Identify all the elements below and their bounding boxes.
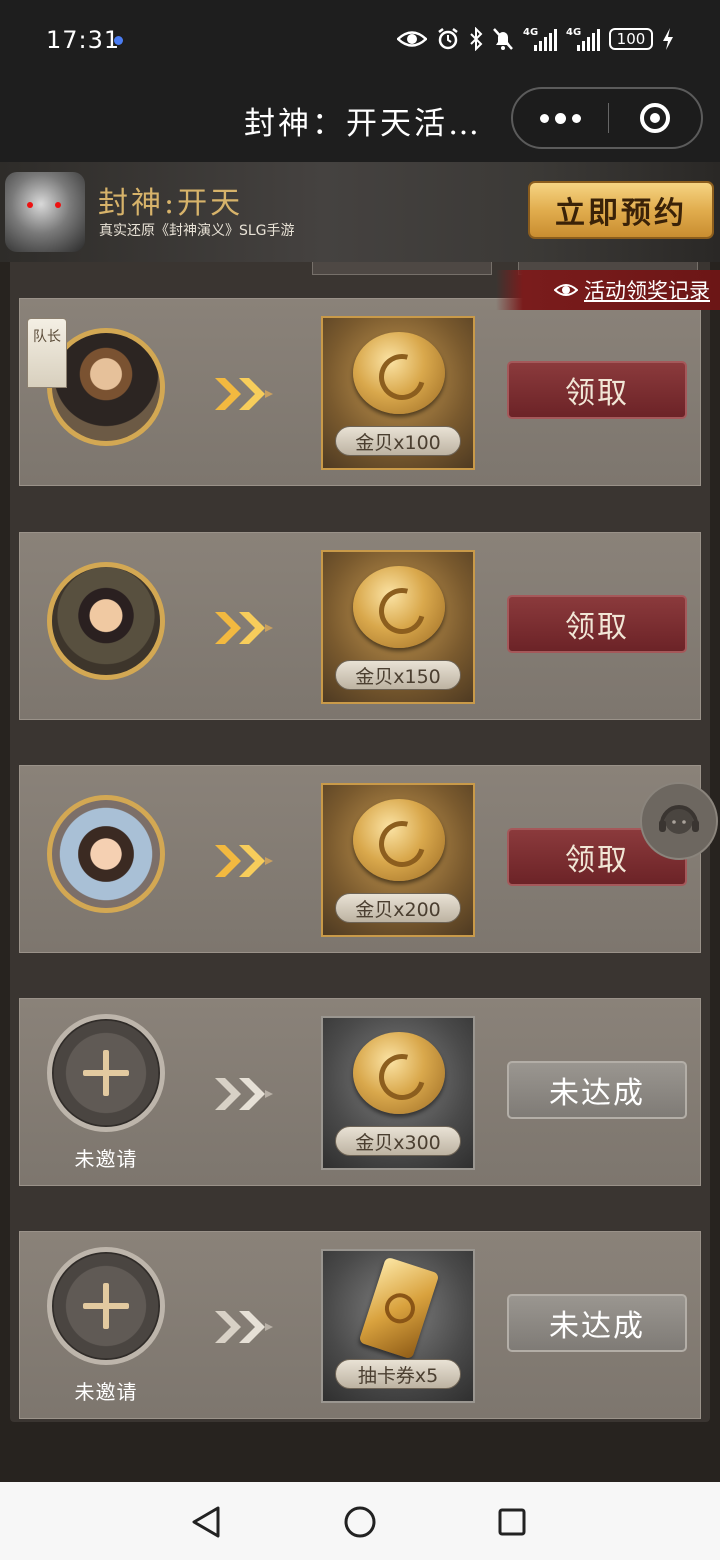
invite-rewards-panel: 活动领奖记录 队长 金贝x100 领取 金贝x150 领取 金贝x200 领取	[0, 262, 720, 1482]
progress-arrows-icon	[215, 378, 273, 410]
reward-item[interactable]: 金贝x200	[321, 783, 475, 937]
gold-coin-icon	[353, 332, 445, 414]
game-logo-dragon-image	[5, 172, 85, 252]
status-icons: 4G 4G 100	[397, 22, 674, 56]
battery-level: 100	[616, 30, 646, 48]
page-title: 封神：开天活…	[244, 106, 482, 142]
recent-apps-button[interactable]	[492, 1502, 532, 1542]
system-navigation-bar	[0, 1482, 720, 1560]
invite-slot-button[interactable]	[47, 1014, 165, 1132]
reward-row: 队长 金贝x100 领取	[19, 298, 701, 486]
alarm-icon	[436, 27, 460, 51]
reward-label: 抽卡券x5	[335, 1359, 461, 1389]
game-ad-banner[interactable]: 封神:开天 真实还原《封神演义》SLG手游 立即预约	[0, 162, 720, 262]
gold-coin-icon	[353, 566, 445, 648]
uninvited-label: 未邀请	[74, 1147, 138, 1171]
not-achieved-button[interactable]: 未达成	[507, 1061, 687, 1119]
back-triangle-icon	[192, 1506, 220, 1538]
eye-icon	[554, 282, 578, 298]
title-bar: 封神：开天活…	[0, 80, 720, 162]
reward-label: 金贝x200	[335, 893, 461, 923]
mini-program-capsule	[511, 87, 703, 149]
friend-avatar	[47, 795, 165, 913]
not-achieved-button[interactable]: 未达成	[507, 1294, 687, 1352]
progress-arrows-icon	[215, 612, 273, 644]
invite-slot-button[interactable]	[47, 1247, 165, 1365]
back-button[interactable]	[186, 1502, 226, 1542]
reward-row: 未邀请 抽卡券x5 未达成	[19, 1231, 701, 1419]
headset-icon	[659, 805, 699, 834]
top-tab[interactable]	[312, 262, 492, 275]
reward-row: 金贝x150 领取	[19, 532, 701, 720]
reward-item[interactable]: 金贝x150	[321, 550, 475, 704]
mute-icon	[492, 27, 514, 51]
status-bar: 17:31 4G 4G 100	[0, 0, 720, 80]
home-button[interactable]	[340, 1502, 380, 1542]
reward-record-link[interactable]: 活动领奖记录	[496, 270, 720, 310]
reward-row: 金贝x200 领取	[19, 765, 701, 953]
plus-icon	[83, 1050, 129, 1096]
signal-4g-icon: 4G	[566, 27, 600, 51]
recents-square-icon	[498, 1508, 526, 1536]
gacha-ticket-icon	[358, 1256, 440, 1360]
reserve-now-button[interactable]: 立即预约	[528, 181, 714, 239]
charging-icon	[662, 27, 674, 51]
captain-badge: 队长	[27, 318, 67, 388]
progress-arrows-icon	[215, 1078, 273, 1110]
gold-coin-icon	[353, 799, 445, 881]
more-options-button[interactable]	[513, 89, 608, 147]
customer-support-button[interactable]	[640, 782, 718, 860]
status-time: 17:31	[46, 26, 121, 54]
bluetooth-icon	[469, 27, 483, 51]
banner-subtitle: 真实还原《封神演义》SLG手游	[99, 223, 295, 239]
reward-row: 未邀请 金贝x300 未达成	[19, 998, 701, 1186]
dot-icon	[572, 113, 581, 123]
target-icon	[640, 103, 670, 133]
dot-icon	[540, 113, 549, 123]
reward-item[interactable]: 金贝x100	[321, 316, 475, 470]
close-mini-program-button[interactable]	[609, 89, 701, 147]
notification-dot-icon	[114, 36, 123, 45]
reward-label: 金贝x300	[335, 1126, 461, 1156]
reward-item[interactable]: 金贝x300	[321, 1016, 475, 1170]
claim-button[interactable]: 领取	[507, 595, 687, 653]
eye-icon	[397, 29, 427, 49]
reward-label: 金贝x150	[335, 660, 461, 690]
home-circle-icon	[344, 1506, 376, 1538]
claim-button[interactable]: 领取	[507, 361, 687, 419]
reward-item[interactable]: 抽卡券x5	[321, 1249, 475, 1403]
dot-icon	[555, 112, 566, 124]
progress-arrows-icon	[215, 1311, 273, 1343]
plus-icon	[83, 1283, 129, 1329]
progress-arrows-icon	[215, 845, 273, 877]
battery-icon: 100	[609, 28, 653, 50]
gold-coin-icon	[353, 1032, 445, 1114]
uninvited-label: 未邀请	[74, 1380, 138, 1404]
friend-avatar	[47, 562, 165, 680]
signal-4g-icon: 4G	[523, 27, 557, 51]
reward-record-label: 活动领奖记录	[584, 279, 710, 303]
banner-game-title: 封神:开天	[98, 186, 244, 221]
reward-label: 金贝x100	[335, 426, 461, 456]
